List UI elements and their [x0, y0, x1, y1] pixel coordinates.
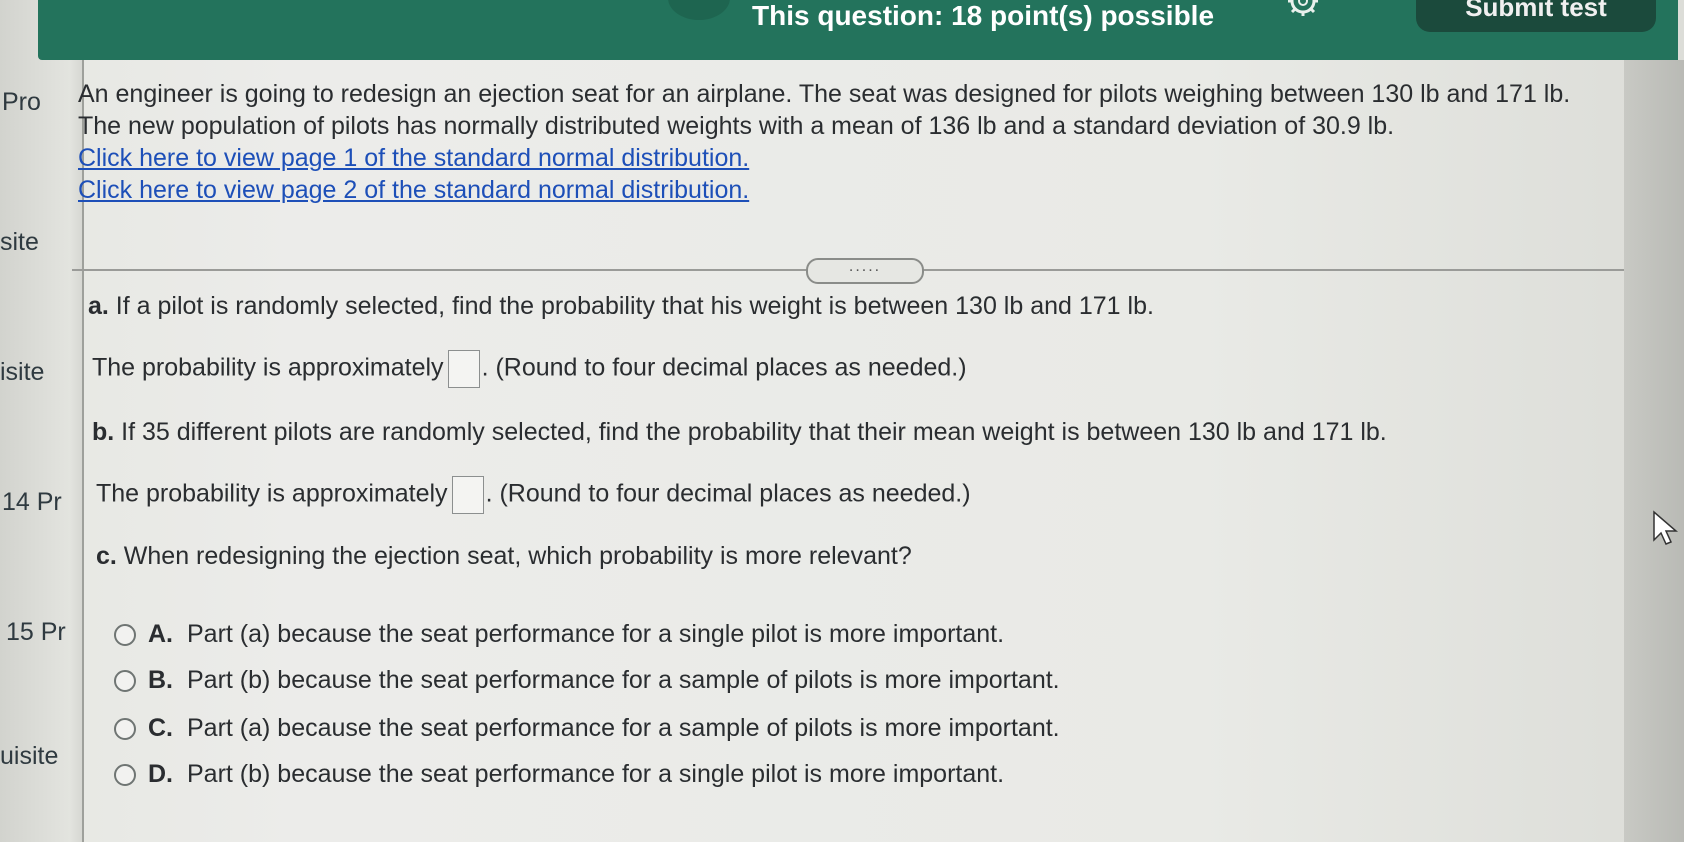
part-a-text: If a pilot is randomly selected, find th… — [108, 292, 1154, 320]
sidebar-item-0[interactable]: Pro — [2, 88, 82, 117]
option-b-radio[interactable] — [114, 670, 136, 693]
question-header: This question: 18 point(s) possible Subm… — [38, 0, 1678, 60]
intro-line-1: An engineer is going to redesign an ejec… — [78, 80, 1571, 108]
part-b-answer-prefix: The probability is approximately — [96, 479, 448, 508]
page: Pro site isite 14 Pr 15 Pr uisite This q… — [0, 0, 1684, 842]
option-a-radio[interactable] — [114, 624, 136, 647]
normal-distribution-page-2-link[interactable]: Click here to view page 2 of the standar… — [78, 174, 1618, 206]
cursor-arrow-icon — [1653, 510, 1679, 545]
part-a-answer-prefix: The probability is approximately — [92, 353, 444, 382]
right-scroll-edge — [1624, 60, 1684, 842]
option-d-letter: D. — [148, 760, 173, 788]
header-circle-button[interactable] — [668, 0, 730, 20]
part-b-question: b. If 35 different pilots are randomly s… — [92, 418, 1387, 447]
part-b-answer-input[interactable] — [451, 476, 484, 514]
option-d-radio[interactable] — [114, 764, 136, 787]
part-c-question: c. When redesigning the ejection seat, w… — [96, 542, 912, 571]
part-a-answer-suffix: . (Round to four decimal places as neede… — [481, 353, 967, 382]
part-c-letter: c. — [96, 542, 117, 570]
part-a-answer-line: The probability is approximately . (Round… — [92, 350, 967, 388]
part-b-letter: b. — [92, 418, 115, 446]
option-c-letter: C. — [148, 714, 173, 742]
part-b-text: If 35 different pilots are randomly sele… — [114, 418, 1387, 446]
option-a[interactable]: A. Part (a) because the seat performance … — [114, 620, 1004, 649]
part-b-answer-suffix: . (Round to four decimal places as neede… — [485, 479, 971, 508]
gear-icon[interactable] — [1286, 0, 1320, 18]
option-d-text: Part (b) because the seat performance fo… — [187, 760, 1005, 788]
intro-line-2: The new population of pilots has normall… — [78, 112, 1395, 140]
question-intro: An engineer is going to redesign an ejec… — [78, 78, 1618, 206]
option-a-text: Part (a) because the seat performance fo… — [187, 620, 1005, 648]
option-c-text: Part (a) because the seat performance fo… — [187, 714, 1060, 742]
option-d[interactable]: D. Part (b) because the seat performance … — [114, 760, 1004, 789]
option-b[interactable]: B. Part (b) because the seat performance … — [114, 666, 1060, 695]
option-c[interactable]: C. Part (a) because the seat performance … — [114, 714, 1060, 743]
part-c-text: When redesigning the ejection seat, whic… — [116, 542, 912, 570]
sidebar-item-2[interactable]: isite — [0, 358, 80, 387]
sidebar: Pro site isite 14 Pr 15 Pr uisite — [0, 0, 84, 842]
part-a-answer-input[interactable] — [447, 350, 480, 388]
option-c-radio[interactable] — [114, 718, 136, 741]
normal-distribution-page-1-link[interactable]: Click here to view page 1 of the standar… — [78, 142, 1618, 174]
sidebar-item-4[interactable]: 15 Pr — [6, 618, 86, 647]
sidebar-item-5[interactable]: uisite — [0, 742, 80, 771]
sidebar-item-1[interactable]: site — [0, 228, 80, 257]
option-b-text: Part (b) because the seat performance fo… — [187, 666, 1060, 694]
submit-test-button[interactable]: Submit test — [1416, 0, 1656, 32]
expand-handle[interactable]: ..... — [806, 258, 924, 284]
part-a-letter: a. — [88, 292, 109, 320]
part-a-question: a. If a pilot is randomly selected, find… — [88, 292, 1154, 321]
sidebar-item-3[interactable]: 14 Pr — [2, 488, 82, 517]
option-a-letter: A. — [148, 620, 173, 648]
part-b-answer-line: The probability is approximately . (Round… — [96, 476, 971, 514]
option-b-letter: B. — [148, 666, 173, 694]
question-content: An engineer is going to redesign an ejec… — [72, 60, 1658, 842]
points-possible-title: This question: 18 point(s) possible — [752, 0, 1215, 31]
